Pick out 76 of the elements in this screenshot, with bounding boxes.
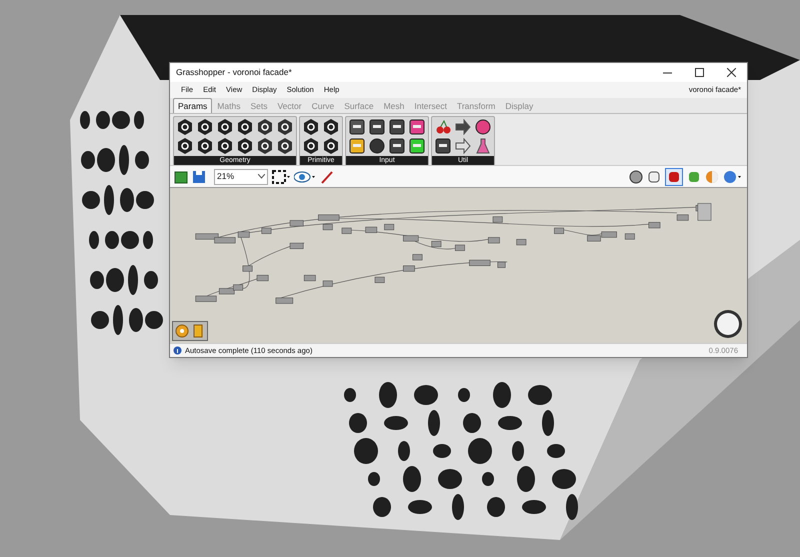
dropdown-caret-icon xyxy=(258,174,265,179)
perforation-hole xyxy=(458,388,470,402)
perforation-hole xyxy=(145,311,163,329)
perforation-hole xyxy=(517,466,535,492)
cherries-icon[interactable] xyxy=(435,119,451,135)
perforation-hole xyxy=(542,410,554,436)
perforation-hole xyxy=(428,410,440,436)
window-title: Grasshopper - voronoi facade* xyxy=(176,66,293,79)
perforation-hole xyxy=(373,497,391,517)
perforation-hole xyxy=(105,231,119,249)
rounded-block-icon[interactable] xyxy=(687,170,701,184)
sphere-icon[interactable] xyxy=(475,119,491,135)
perforation-hole xyxy=(408,500,432,514)
perforation-hole xyxy=(90,271,104,289)
perforation-hole xyxy=(482,472,494,486)
perforation-hole xyxy=(112,111,130,129)
perforation-hole xyxy=(136,191,154,209)
perforation-hole xyxy=(528,385,552,405)
preview-shaded-icon[interactable] xyxy=(629,170,643,184)
perforation-hole xyxy=(119,145,129,175)
perforation-hole xyxy=(97,148,115,172)
perforation-hole xyxy=(135,151,149,169)
perforation-hole xyxy=(81,151,95,169)
eye-icon[interactable] xyxy=(294,170,316,182)
perforation-hole xyxy=(512,441,524,461)
perforation-hole xyxy=(128,265,138,295)
perforation-hole xyxy=(498,416,522,430)
perforation-hole xyxy=(468,438,492,464)
zoom-value: 21% xyxy=(217,170,236,183)
perforation-hole xyxy=(120,188,134,212)
perforation-hole xyxy=(403,466,421,492)
button-circle-icon[interactable] xyxy=(369,138,385,154)
perforation-hole xyxy=(80,111,90,129)
maximize-icon xyxy=(694,68,704,77)
paintbrush-icon[interactable] xyxy=(320,170,334,184)
flask-icon[interactable] xyxy=(475,138,491,154)
perforation-hole xyxy=(452,494,464,520)
perforation-hole xyxy=(547,444,565,458)
perforation-hole xyxy=(349,413,367,433)
perforation-hole xyxy=(91,311,109,329)
sphere-dropdown-icon[interactable] xyxy=(723,170,743,184)
perforation-hole xyxy=(566,494,578,520)
perforation-hole xyxy=(379,382,397,408)
perforation-hole xyxy=(96,111,110,129)
perforation-hole xyxy=(134,111,144,129)
perforation-hole xyxy=(414,385,438,405)
perforation-hole xyxy=(143,231,153,249)
close-icon xyxy=(726,68,736,77)
save-icon[interactable] xyxy=(192,170,206,184)
ribbon-tab[interactable]: Params xyxy=(173,98,212,113)
arrow-outline-icon[interactable] xyxy=(455,138,471,154)
perforation-hole xyxy=(463,413,481,433)
perforation-hole xyxy=(552,469,576,489)
perforation-hole xyxy=(433,444,451,458)
perforation-hole xyxy=(354,438,378,464)
perforation-hole xyxy=(438,469,462,489)
navigation-dial-icon[interactable] xyxy=(713,309,743,339)
zoom-extents-icon[interactable] xyxy=(272,170,290,184)
perforation-hole xyxy=(144,271,158,289)
perforation-hole xyxy=(82,191,100,209)
perforation-hole xyxy=(522,500,546,514)
perforation-hole xyxy=(398,441,410,461)
arrow-right-icon[interactable] xyxy=(455,119,471,135)
perforation-hole xyxy=(89,231,99,249)
perforation-hole xyxy=(104,185,114,215)
perforation-hole xyxy=(121,231,139,249)
perforation-hole xyxy=(493,382,511,408)
perforation-hole xyxy=(344,388,356,402)
perforation-hole xyxy=(106,268,124,292)
perforation-hole xyxy=(487,497,505,517)
perforation-hole xyxy=(113,305,123,335)
preview-wireframe-icon[interactable] xyxy=(647,170,661,184)
perforation-hole xyxy=(129,308,143,332)
perforation-hole xyxy=(368,472,380,486)
perforation-hole xyxy=(384,416,408,430)
zoom-field[interactable]: 21% xyxy=(214,168,268,184)
